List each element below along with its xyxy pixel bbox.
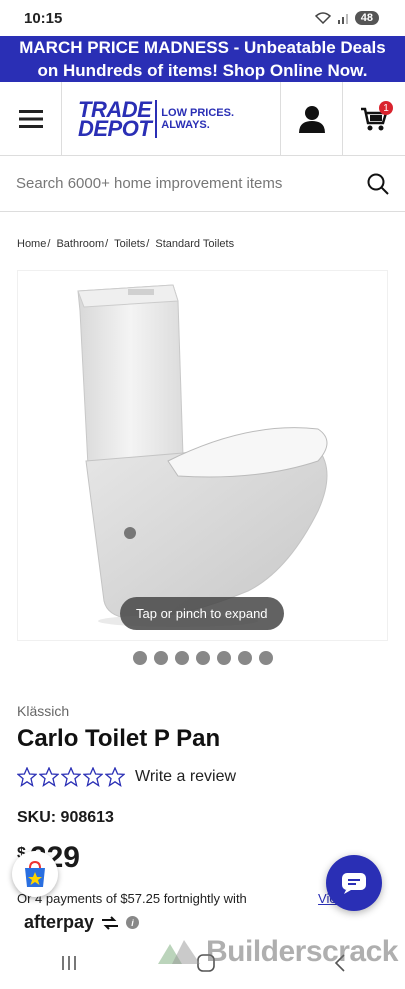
logo-wordmark: TRADE DEPOT <box>78 98 152 141</box>
info-icon[interactable]: i <box>126 916 140 929</box>
battery-indicator: 48 <box>354 11 379 25</box>
afterpay-row: afterpay i <box>0 906 405 933</box>
builderscrack-watermark: Builderscrack <box>156 935 398 969</box>
gallery-dots <box>0 651 405 681</box>
star-outline-icon <box>83 767 103 787</box>
afterpay-logo: afterpay <box>24 912 95 932</box>
write-review-link[interactable]: Write a review <box>135 768 236 786</box>
chat-icon <box>342 873 366 894</box>
star-outline-icon <box>39 767 59 787</box>
search-bar <box>0 156 405 212</box>
gallery-dot[interactable] <box>174 651 189 665</box>
user-icon <box>298 105 325 133</box>
chat-button[interactable] <box>326 855 382 911</box>
logo-tagline: LOW PRICES. ALWAYS. <box>161 107 234 131</box>
product-title: Carlo Toilet P Pan <box>17 725 221 752</box>
logo-line-2: DEPOT <box>78 115 152 141</box>
watermark-text: Builderscrack <box>206 935 398 968</box>
gallery-dot[interactable] <box>216 651 231 665</box>
site-header: TRADE DEPOT LOW PRICES. ALWAYS. 1 <box>0 82 405 156</box>
star-outline-icon <box>17 767 37 787</box>
cart-button[interactable]: 1 <box>343 82 405 155</box>
cart-count-badge: 1 <box>379 101 393 115</box>
account-button[interactable] <box>281 82 343 155</box>
promo-line-1: MARCH PRICE MADNESS - Unbeatable Deals <box>19 38 386 57</box>
menu-button[interactable] <box>0 82 62 155</box>
afterpay-arrows-icon <box>102 915 119 930</box>
search-icon[interactable] <box>367 173 389 195</box>
installments-text: Or 4 payments of $57.25 fortnightly with <box>17 891 247 906</box>
status-icons: 48 <box>314 11 379 25</box>
promo-banner[interactable]: MARCH PRICE MADNESS - Unbeatable Deals o… <box>0 36 405 82</box>
breadcrumb-toilets[interactable]: Toilets <box>114 238 145 250</box>
status-time: 10:15 <box>24 9 63 27</box>
status-bar: 10:15 48 <box>0 0 405 36</box>
hamburger-icon <box>18 109 43 128</box>
breadcrumb-home[interactable]: Home <box>17 238 46 250</box>
gallery-dot[interactable] <box>132 651 147 665</box>
rating-row[interactable]: Write a review <box>0 753 405 787</box>
search-input[interactable] <box>16 175 336 192</box>
star-outline-icon <box>105 767 125 787</box>
expand-tooltip: Tap or pinch to expand <box>120 597 284 630</box>
breadcrumb-bathroom[interactable]: Bathroom <box>56 238 104 250</box>
shopping-bag-button[interactable] <box>12 851 58 897</box>
breadcrumb-standard-toilets[interactable]: Standard Toilets <box>155 238 234 250</box>
tagline-line-2: ALWAYS. <box>161 118 210 131</box>
product-image[interactable]: Tap or pinch to expand <box>17 270 388 641</box>
product-sku: SKU: 908613 <box>17 809 114 826</box>
recent-apps-icon[interactable] <box>59 954 79 972</box>
signal-icon <box>337 14 348 24</box>
gallery-dot[interactable] <box>237 651 252 665</box>
gallery-dot[interactable] <box>153 651 168 665</box>
shopping-bag-icon <box>25 860 45 887</box>
breadcrumb: Home/ Bathroom/ Toilets/ Standard Toilet… <box>17 238 235 250</box>
promo-line-2: on Hundreds of items! Shop Online Now. <box>37 61 368 80</box>
logo-divider <box>155 99 158 138</box>
gallery-dot[interactable] <box>195 651 210 665</box>
watermark-logo-icon <box>158 940 200 964</box>
site-logo[interactable]: TRADE DEPOT LOW PRICES. ALWAYS. <box>62 82 281 155</box>
star-outline-icon <box>61 767 81 787</box>
gallery-dot[interactable] <box>258 651 273 665</box>
product-brand[interactable]: Klässich <box>0 681 405 719</box>
tagline-line-1: LOW PRICES. <box>161 106 235 119</box>
wifi-icon <box>314 12 331 24</box>
toilet-illustration <box>77 284 328 627</box>
